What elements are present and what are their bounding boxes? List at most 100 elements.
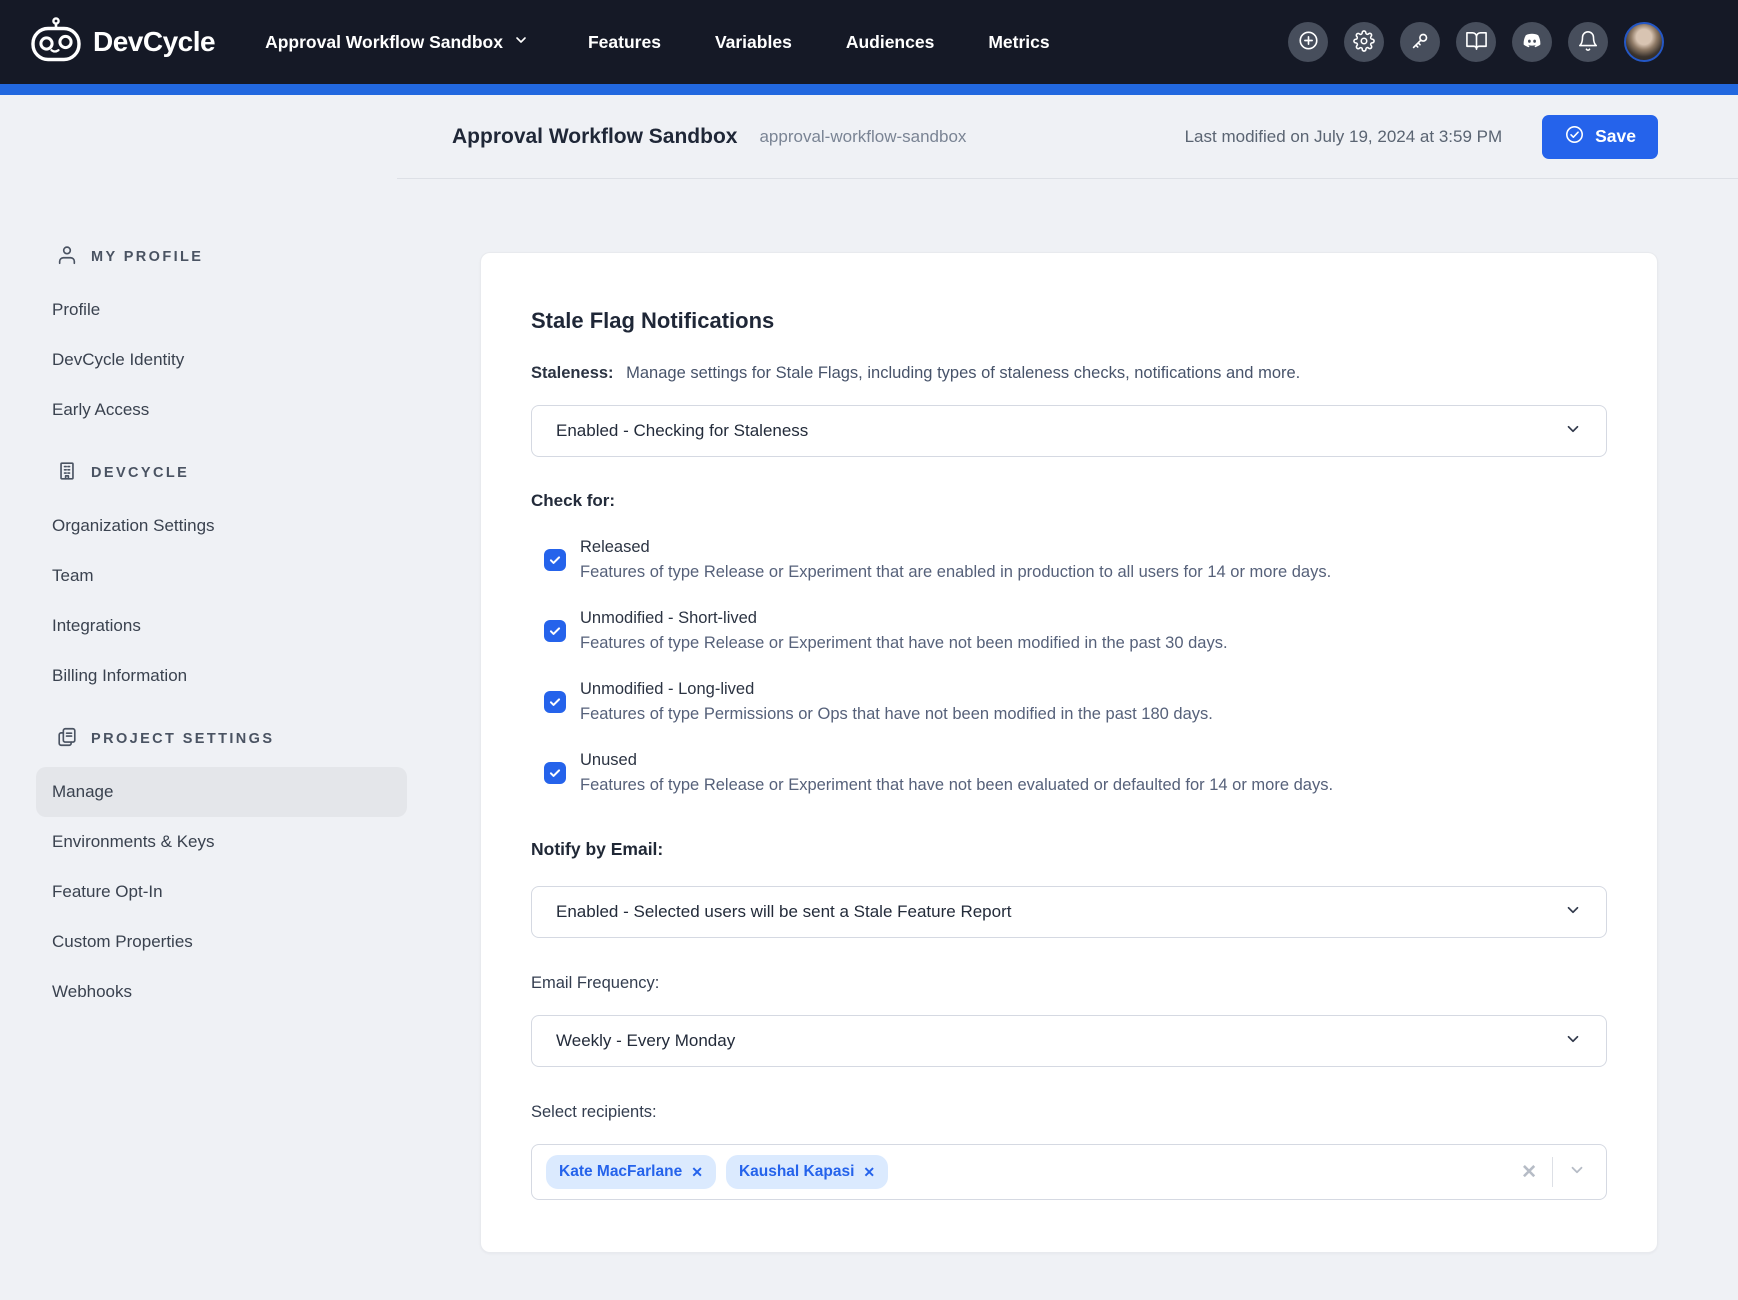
top-nav: DevCycle Approval Workflow Sandbox Featu…: [0, 0, 1738, 84]
page-slug: approval-workflow-sandbox: [759, 127, 966, 147]
notifications-button[interactable]: [1568, 22, 1608, 62]
project-icon: [56, 726, 78, 752]
email-frequency-label: Email Frequency:: [531, 974, 1607, 993]
sidebar-item-feature-opt-in[interactable]: Feature Opt-In: [36, 867, 407, 917]
divider: [1552, 1157, 1553, 1187]
brand-name: DevCycle: [93, 26, 215, 58]
sidebar-section-project-settings: PROJECT SETTINGS: [36, 711, 430, 767]
check-row-unused: Unused Features of type Release or Exper…: [544, 751, 1607, 795]
select-recipients-label: Select recipients:: [531, 1103, 1607, 1122]
sidebar-section-my-profile: MY PROFILE: [36, 229, 430, 285]
notify-select-value: Enabled - Selected users will be sent a …: [556, 902, 1011, 922]
nav-icon-bar: [1288, 22, 1664, 62]
check-desc: Features of type Permissions or Ops that…: [580, 705, 1213, 724]
sidebar-item-manage[interactable]: Manage: [36, 767, 407, 817]
sidebar-item-webhooks[interactable]: Webhooks: [36, 967, 407, 1017]
api-keys-button[interactable]: [1400, 22, 1440, 62]
page-header: Approval Workflow Sandbox approval-workf…: [397, 95, 1738, 179]
sidebar-item-integrations[interactable]: Integrations: [36, 601, 407, 651]
sidebar-section-devcycle: DEVCYCLE: [36, 445, 430, 501]
section-title: MY PROFILE: [91, 249, 203, 265]
page-title: Approval Workflow Sandbox: [452, 125, 737, 149]
settings-sidebar: MY PROFILE Profile DevCycle Identity Ear…: [0, 179, 430, 1017]
check-desc: Features of type Release or Experiment t…: [580, 634, 1228, 653]
check-row-released: Released Features of type Release or Exp…: [544, 538, 1607, 582]
devcycle-robot-logo-icon: [30, 16, 82, 69]
person-icon: [56, 244, 78, 270]
clear-all-icon[interactable]: ✕: [1521, 1161, 1537, 1184]
unused-checkbox[interactable]: [544, 762, 566, 784]
nav-link-metrics[interactable]: Metrics: [988, 32, 1049, 53]
recipient-name: Kate MacFarlane: [559, 1163, 682, 1181]
save-button[interactable]: Save: [1542, 115, 1658, 159]
discord-icon: [1520, 29, 1544, 56]
remove-recipient-icon[interactable]: ✕: [691, 1164, 703, 1181]
key-icon: [1409, 30, 1431, 55]
check-row-unmodified-short-lived: Unmodified - Short-lived Features of typ…: [544, 609, 1607, 653]
check-label: Released: [580, 538, 1331, 557]
frequency-select-value: Weekly - Every Monday: [556, 1031, 735, 1051]
notify-by-email-select[interactable]: Enabled - Selected users will be sent a …: [531, 886, 1607, 938]
check-for-label: Check for:: [531, 491, 1607, 511]
sidebar-item-early-access[interactable]: Early Access: [36, 385, 407, 435]
unmodified-long-lived-checkbox[interactable]: [544, 691, 566, 713]
released-checkbox[interactable]: [544, 549, 566, 571]
sidebar-item-environments-keys[interactable]: Environments & Keys: [36, 817, 407, 867]
check-label: Unmodified - Short-lived: [580, 609, 1228, 628]
save-button-label: Save: [1595, 126, 1636, 147]
docs-button[interactable]: [1456, 22, 1496, 62]
staleness-label: Staleness:: [531, 364, 614, 382]
email-frequency-select[interactable]: Weekly - Every Monday: [531, 1015, 1607, 1067]
check-desc: Features of type Release or Experiment t…: [580, 563, 1331, 582]
section-title: DEVCYCLE: [91, 465, 189, 481]
staleness-select-value: Enabled - Checking for Staleness: [556, 421, 808, 441]
plus-circle-icon: [1297, 29, 1320, 55]
section-title: PROJECT SETTINGS: [91, 731, 274, 747]
chevron-down-icon: [513, 32, 529, 53]
staleness-desc-text: Manage settings for Stale Flags, includi…: [626, 364, 1300, 382]
recipient-pill: Kaushal Kapasi ✕: [726, 1155, 888, 1189]
nav-links: Features Variables Audiences Metrics: [588, 32, 1050, 53]
sidebar-item-team[interactable]: Team: [36, 551, 407, 601]
settings-button[interactable]: [1344, 22, 1384, 62]
user-avatar[interactable]: [1624, 22, 1664, 62]
project-selector[interactable]: Approval Workflow Sandbox: [265, 32, 529, 53]
last-modified-text: Last modified on July 19, 2024 at 3:59 P…: [1185, 127, 1503, 147]
nav-link-variables[interactable]: Variables: [715, 32, 792, 53]
project-selector-label: Approval Workflow Sandbox: [265, 32, 503, 53]
check-label: Unmodified - Long-lived: [580, 680, 1213, 699]
notify-by-email-label: Notify by Email:: [531, 839, 1607, 860]
chevron-down-icon[interactable]: [1568, 1161, 1586, 1184]
sidebar-item-profile[interactable]: Profile: [36, 285, 407, 335]
check-desc: Features of type Release or Experiment t…: [580, 776, 1333, 795]
unmodified-short-lived-checkbox[interactable]: [544, 620, 566, 642]
gear-icon: [1353, 30, 1375, 55]
recipients-multiselect[interactable]: Kate MacFarlane ✕ Kaushal Kapasi ✕ ✕: [531, 1144, 1607, 1200]
building-icon: [56, 460, 78, 486]
staleness-description: Staleness: Manage settings for Stale Fla…: [531, 364, 1607, 383]
sidebar-item-devcycle-identity[interactable]: DevCycle Identity: [36, 335, 407, 385]
staleness-select[interactable]: Enabled - Checking for Staleness: [531, 405, 1607, 457]
recipient-name: Kaushal Kapasi: [739, 1163, 854, 1181]
stale-flag-notifications-card: Stale Flag Notifications Staleness: Mana…: [480, 252, 1658, 1253]
create-button[interactable]: [1288, 22, 1328, 62]
card-title: Stale Flag Notifications: [531, 308, 1607, 334]
accent-strip: [0, 84, 1738, 95]
sidebar-item-billing-information[interactable]: Billing Information: [36, 651, 407, 701]
sidebar-item-organization-settings[interactable]: Organization Settings: [36, 501, 407, 551]
brand[interactable]: DevCycle: [30, 16, 215, 69]
check-label: Unused: [580, 751, 1333, 770]
book-icon: [1465, 29, 1488, 55]
sidebar-item-custom-properties[interactable]: Custom Properties: [36, 917, 407, 967]
check-row-unmodified-long-lived: Unmodified - Long-lived Features of type…: [544, 680, 1607, 724]
recipient-pill: Kate MacFarlane ✕: [546, 1155, 716, 1189]
check-circle-icon: [1564, 124, 1585, 150]
discord-button[interactable]: [1512, 22, 1552, 62]
nav-link-features[interactable]: Features: [588, 32, 661, 53]
bell-icon: [1577, 30, 1599, 55]
chevron-down-icon: [1564, 1030, 1582, 1053]
chevron-down-icon: [1564, 420, 1582, 443]
remove-recipient-icon[interactable]: ✕: [863, 1164, 875, 1181]
nav-link-audiences[interactable]: Audiences: [846, 32, 935, 53]
chevron-down-icon: [1564, 901, 1582, 924]
